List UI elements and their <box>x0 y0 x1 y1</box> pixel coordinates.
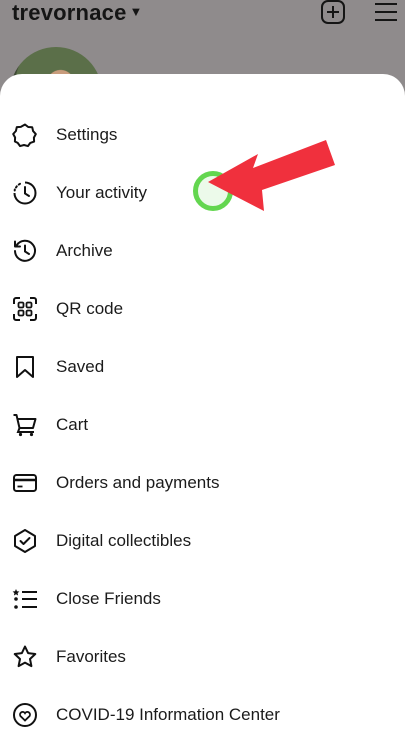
menu-item-label: Orders and payments <box>56 473 220 492</box>
menu-item-cart[interactable]: Cart <box>0 401 405 449</box>
menu-item-label: Settings <box>56 125 118 144</box>
menu-item-label: Cart <box>56 415 89 434</box>
menu-item-label: COVID-19 Information Center <box>56 705 280 724</box>
menu-item-label: Favorites <box>56 647 126 666</box>
plus-square-icon[interactable] <box>320 0 346 24</box>
profile-header: trevornace ▼ <box>0 0 405 139</box>
chevron-down-icon: ▼ <box>129 4 143 19</box>
menu-item-archive[interactable]: Archive <box>0 227 405 275</box>
menu-item-qr-code[interactable]: QR code <box>0 285 405 333</box>
heart-info-icon <box>12 702 38 728</box>
menu-item-orders-and-payments[interactable]: Orders and payments <box>0 459 405 507</box>
archive-history-icon <box>12 238 38 264</box>
credit-card-icon <box>12 470 38 496</box>
activity-clock-icon <box>12 180 38 206</box>
username-label: trevornace <box>12 0 127 25</box>
gear-icon <box>12 122 38 148</box>
verified-shield-icon <box>12 528 38 554</box>
menu-item-label: QR code <box>56 299 124 318</box>
cart-icon <box>12 412 38 438</box>
menu-item-label: Saved <box>56 357 105 376</box>
menu-item-covid-19-information-center[interactable]: COVID-19 Information Center <box>0 691 405 734</box>
menu-item-label: Your activity <box>56 183 148 202</box>
menu-item-saved[interactable]: Saved <box>0 343 405 391</box>
username-switcher[interactable]: trevornace ▼ <box>12 0 143 26</box>
qr-code-icon <box>12 296 38 322</box>
hamburger-menu-icon[interactable] <box>373 0 399 24</box>
menu-item-favorites[interactable]: Favorites <box>0 633 405 681</box>
menu-item-digital-collectibles[interactable]: Digital collectibles <box>0 517 405 565</box>
menu-item-close-friends[interactable]: Close Friends <box>0 575 405 623</box>
menu-item-label: Digital collectibles <box>56 531 192 550</box>
close-friends-list-icon <box>12 586 38 612</box>
bookmark-icon <box>12 354 38 380</box>
menu-item-label: Archive <box>56 241 113 260</box>
menu-item-label: Close Friends <box>56 589 161 608</box>
star-icon <box>12 644 38 670</box>
red-arrow-annotation <box>208 140 335 211</box>
